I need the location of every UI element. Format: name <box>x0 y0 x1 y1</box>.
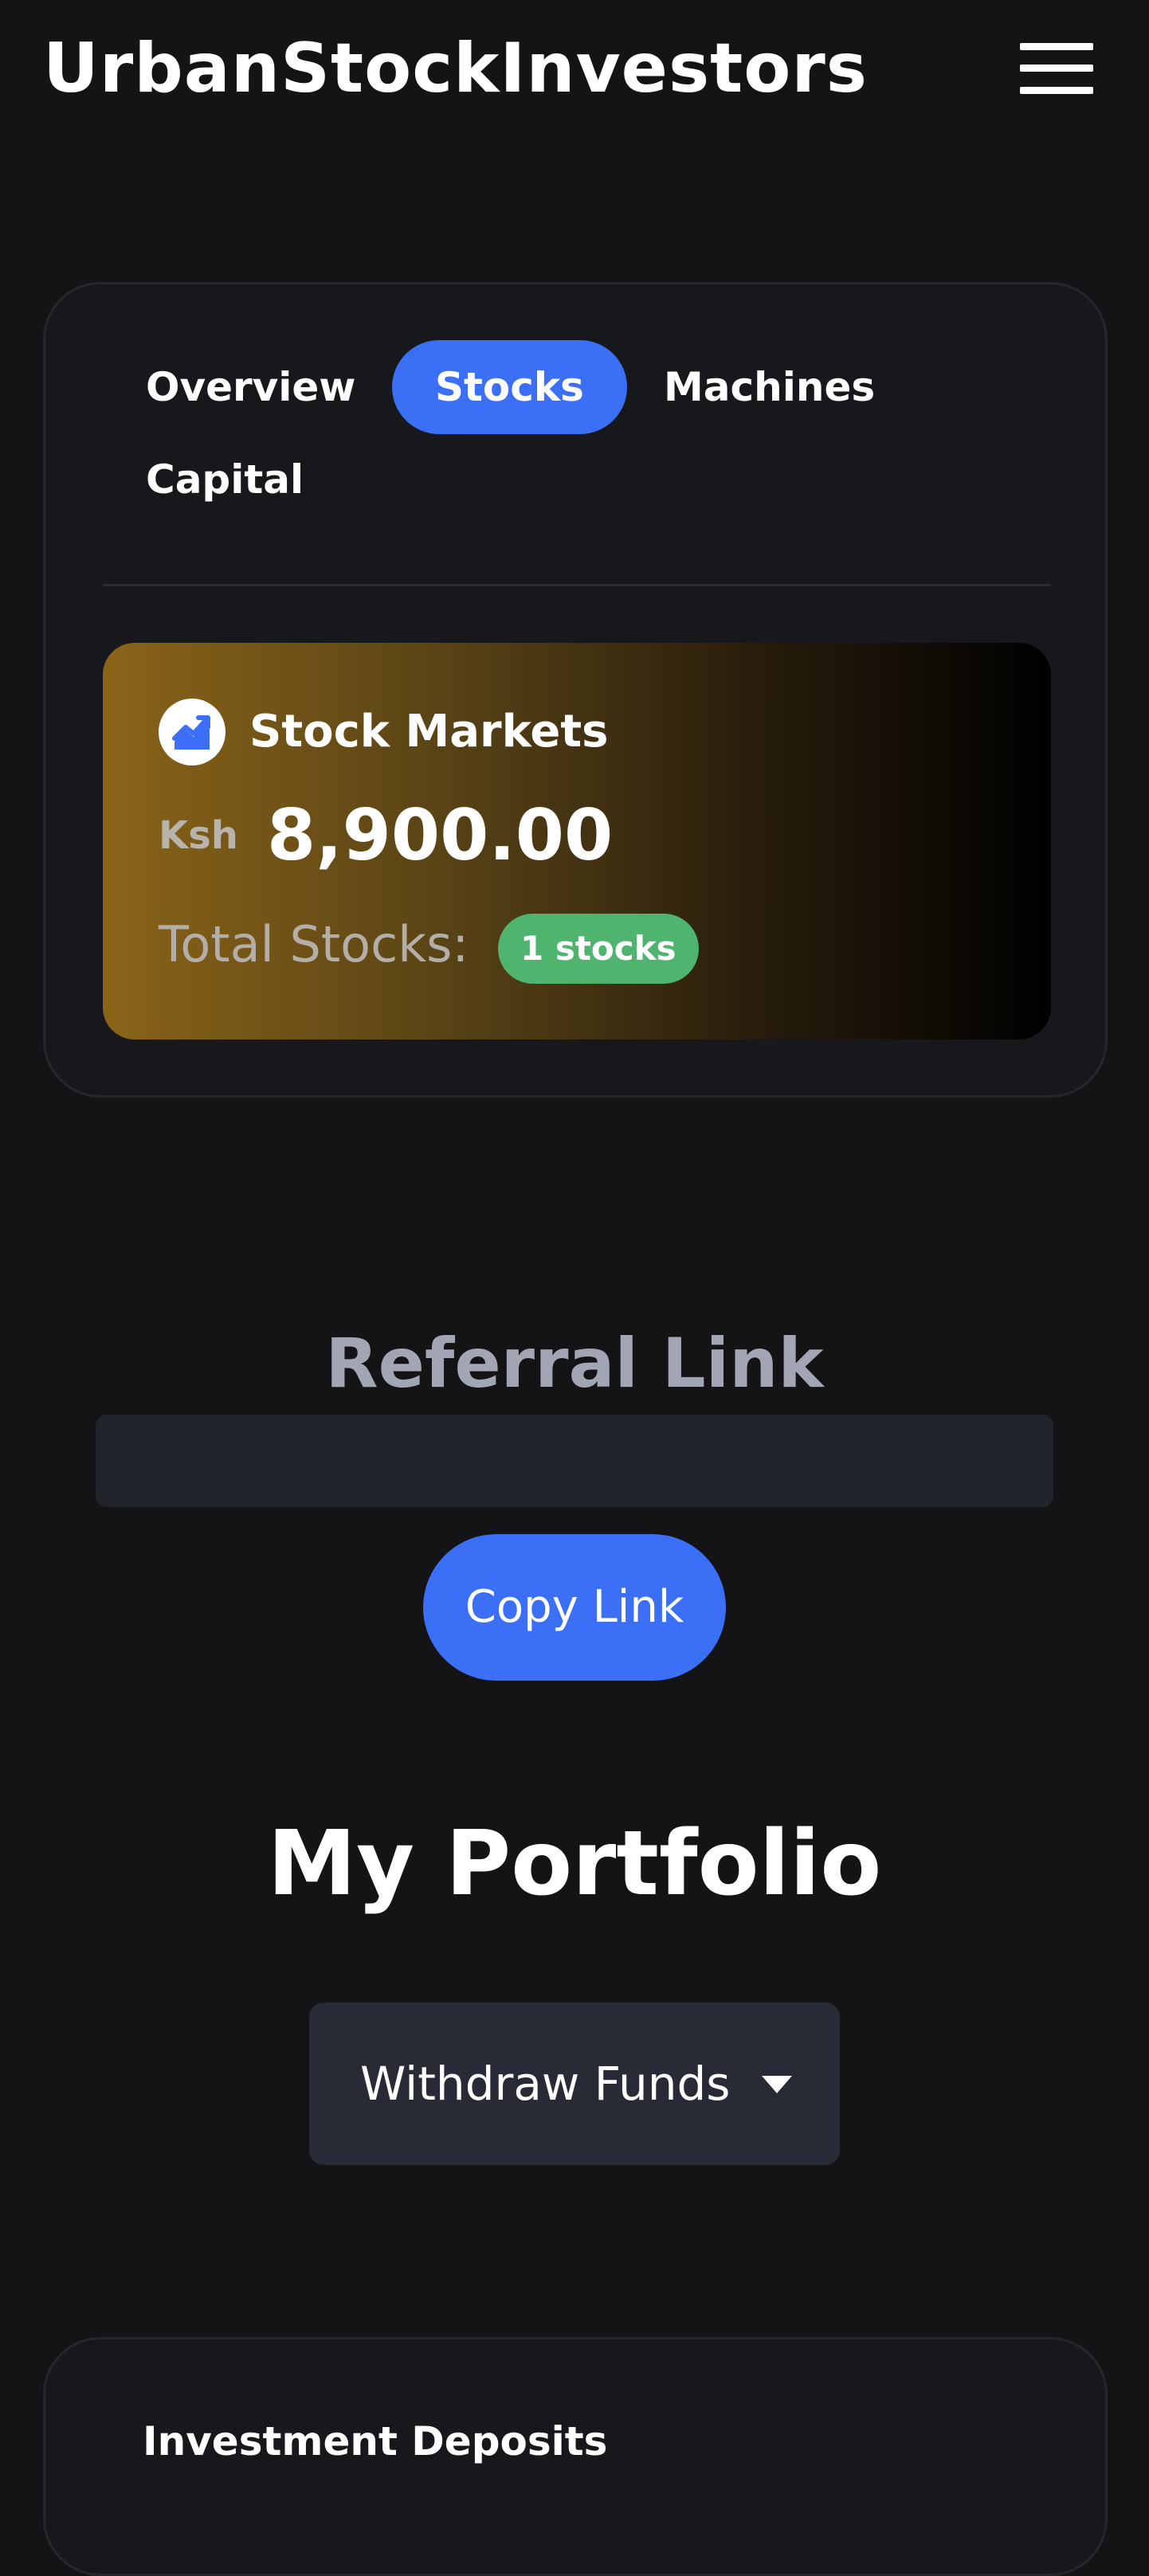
brand-logo-text[interactable]: UrbanStockInvestors <box>43 30 868 107</box>
referral-link-field[interactable] <box>96 1415 1053 1507</box>
tab-machines[interactable]: Machines <box>621 340 918 434</box>
tab-capital[interactable]: Capital <box>103 433 347 527</box>
total-stocks-label: Total Stocks: <box>159 915 469 973</box>
stock-balance-amount: 8,900.00 <box>267 794 614 876</box>
tab-stocks[interactable]: Stocks <box>392 340 627 434</box>
referral-link-title: Referral Link <box>325 1324 824 1403</box>
copy-link-button[interactable]: Copy Link <box>423 1534 726 1681</box>
hamburger-menu-icon[interactable] <box>1020 43 1093 94</box>
stocks-count-badge: 1 stocks <box>498 914 699 984</box>
menu-bar <box>1020 43 1093 50</box>
investment-deposits-title: Investment Deposits <box>143 2418 608 2464</box>
menu-bar <box>1020 65 1093 72</box>
withdraw-funds-label: Withdraw Funds <box>360 2057 731 2111</box>
investment-deposits-card: Investment Deposits <box>43 2337 1108 2576</box>
caret-down-icon <box>762 2076 792 2093</box>
app-header: UrbanStockInvestors <box>0 0 1149 135</box>
portfolio-title: My Portfolio <box>267 1812 882 1916</box>
tabs-divider <box>103 584 1051 586</box>
stock-markets-panel: Stock Markets Ksh 8,900.00 Total Stocks:… <box>103 643 1051 1039</box>
menu-bar <box>1020 87 1093 94</box>
stocks-summary-card: Overview Stocks Machines Capital Stock M… <box>43 282 1108 1098</box>
currency-label: Ksh <box>159 813 238 858</box>
tab-overview[interactable]: Overview <box>103 340 399 434</box>
stock-markets-title: Stock Markets <box>249 706 609 758</box>
withdraw-funds-dropdown[interactable]: Withdraw Funds <box>309 2002 840 2165</box>
trending-up-chart-icon <box>159 699 225 765</box>
